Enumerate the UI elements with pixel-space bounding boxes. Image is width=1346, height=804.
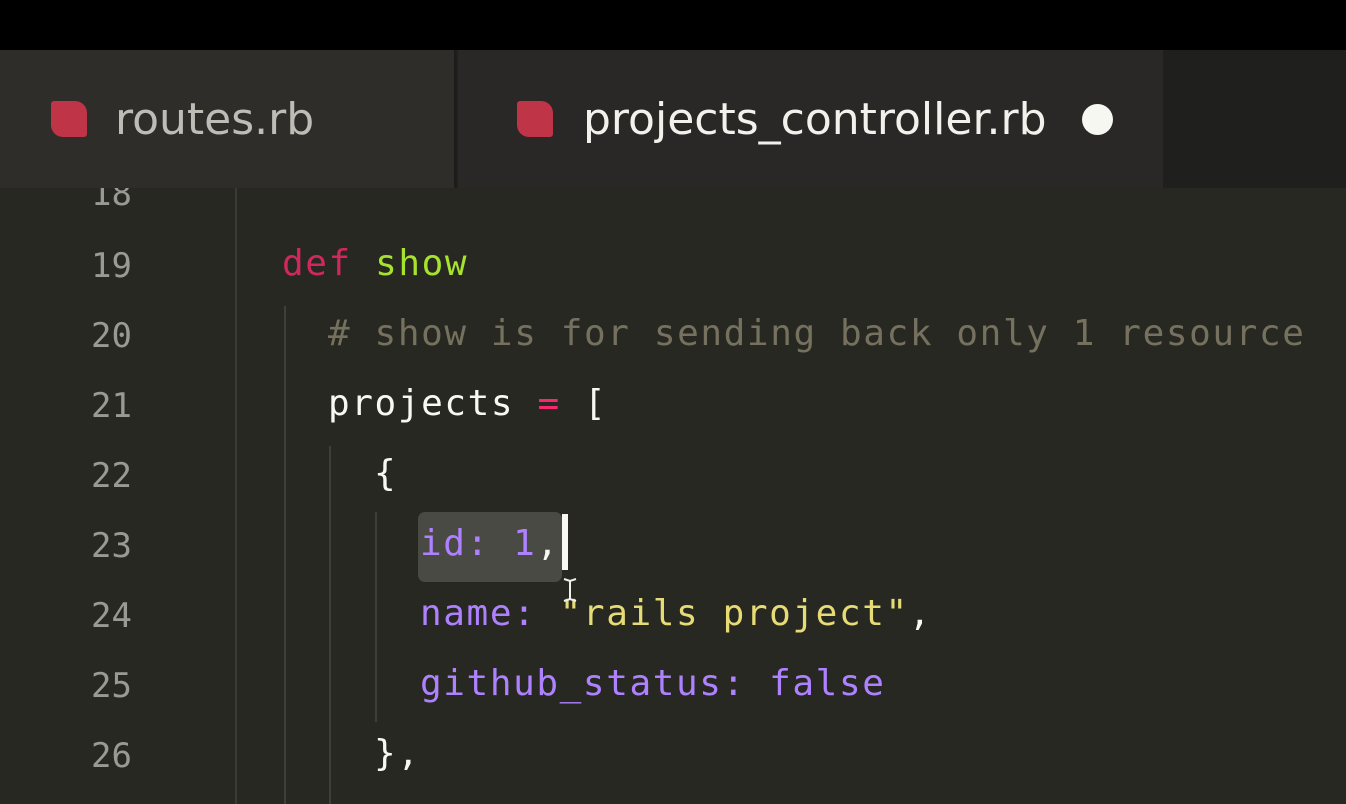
- code-editor-window: routes.rb projects_controller.rb 18 19 20 2…: [0, 0, 1346, 804]
- code-token: ,: [536, 523, 560, 564]
- code-token: ,: [908, 593, 933, 634]
- ruby-file-icon: [51, 101, 87, 137]
- number-token: 1: [513, 523, 537, 564]
- code-line[interactable]: def show: [282, 242, 468, 286]
- code-token: [: [560, 383, 608, 424]
- comment-token: # show is for sending back only 1 resour…: [328, 313, 1306, 354]
- tab-bar: routes.rb projects_controller.rb: [0, 50, 1346, 188]
- keyword-token: def: [282, 243, 352, 284]
- indent-guide: [375, 512, 377, 722]
- ruby-file-icon: [517, 101, 553, 137]
- function-name-token: show: [375, 243, 469, 284]
- text-cursor: [562, 514, 568, 570]
- line-number-gutter: 18 19 20 21 22 23 24 25 26: [0, 188, 236, 804]
- code-line[interactable]: {: [374, 452, 397, 496]
- line-number: 23: [91, 526, 132, 566]
- code-token: projects: [328, 383, 538, 424]
- indent-guide: [284, 306, 286, 804]
- line-number: 25: [91, 666, 132, 706]
- ibeam-cursor-icon: [563, 578, 577, 602]
- code-token: {: [374, 453, 398, 494]
- code-line[interactable]: },: [374, 732, 421, 776]
- code-token: },: [374, 733, 421, 774]
- line-number: 21: [91, 386, 132, 426]
- line-number: 26: [91, 736, 132, 776]
- code-line[interactable]: id: 1,: [420, 522, 560, 566]
- editor-pane[interactable]: 18 19 20 21 22 23 24 25 26 def show # show is for…: [0, 188, 1346, 804]
- line-number: 19: [91, 246, 132, 286]
- tab-label: projects_controller.rb: [583, 94, 1047, 145]
- code-line[interactable]: name: "rails project",: [420, 592, 932, 636]
- symbol-token: id:: [420, 523, 490, 564]
- symbol-token: name:: [420, 593, 537, 634]
- tab-label: routes.rb: [115, 94, 315, 145]
- line-number: 22: [91, 456, 132, 496]
- indent-guide: [329, 446, 331, 804]
- line-number: 20: [91, 316, 132, 356]
- string-token: "rails project": [559, 593, 909, 634]
- line-number: 24: [91, 596, 132, 636]
- code-line[interactable]: # show is for sending back only 1 resour…: [328, 312, 1306, 356]
- symbol-token: false: [769, 663, 886, 704]
- tab-projects-controller-rb[interactable]: projects_controller.rb: [458, 50, 1163, 188]
- unsaved-changes-dot-icon[interactable]: [1082, 104, 1113, 135]
- line-number: 18: [91, 188, 132, 214]
- operator-token: =: [537, 383, 561, 424]
- code-line[interactable]: github_status: false: [420, 662, 886, 706]
- gutter-divider: [235, 188, 237, 804]
- code-line[interactable]: projects = [: [328, 382, 607, 426]
- tab-routes-rb[interactable]: routes.rb: [0, 50, 456, 188]
- symbol-token: github_status:: [420, 663, 746, 704]
